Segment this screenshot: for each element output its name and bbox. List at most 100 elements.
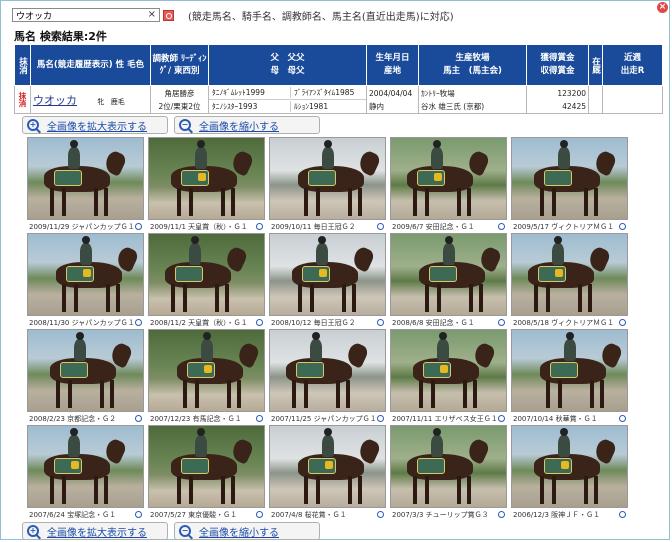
photo-caption: 2008/2/23 京都記念・Ｇ２ (29, 414, 117, 423)
horse-photo[interactable] (269, 329, 386, 412)
zoom-in-icon: + (27, 119, 39, 131)
zoom-icon[interactable] (377, 223, 384, 230)
photo-tile[interactable]: 2007/6/24 宝塚記念・Ｇ１ (27, 425, 144, 521)
photo-tile[interactable]: 2008/6/8 安田記念・Ｇ１ (390, 233, 507, 329)
horse-name-link[interactable]: ウオッカ (33, 94, 77, 107)
zoom-icon[interactable] (377, 511, 384, 518)
search-icon[interactable] (163, 9, 174, 21)
horse-photo[interactable] (269, 233, 386, 316)
photo-caption: 2008/5/18 ヴィクトリアＭＧ１ (513, 318, 615, 327)
photo-tile[interactable]: 2007/5/27 東京優駿・Ｇ１ (148, 425, 265, 521)
zoom-icon[interactable] (256, 415, 263, 422)
zoom-icon[interactable] (256, 511, 263, 518)
zoom-out-icon: − (179, 119, 191, 131)
photo-tile[interactable]: 2009/5/17 ヴィクトリアＭＧ１ (511, 137, 628, 233)
table-header-row: 抹消 馬名(競走履歴表示) 性 毛色 調教師 ﾘｰﾃﾞｨﾝｸﾞ/ 東西別 父 父… (14, 44, 663, 86)
zoom-icon[interactable] (498, 511, 505, 518)
col-recent: 近週 出走R (602, 44, 663, 86)
zoom-bar-bottom: + 全画像を拡大表示する − 全画像を縮小する (22, 522, 320, 540)
horse-photo[interactable] (148, 329, 265, 412)
shrink-all-button[interactable]: − 全画像を縮小する (174, 116, 320, 134)
zoom-icon[interactable] (377, 415, 384, 422)
horse-photo[interactable] (390, 329, 507, 412)
photo-caption-row: 2007/4/8 桜花賞・Ｇ１ (269, 508, 386, 521)
photo-caption-row: 2008/11/2 天皇賞（秋）・Ｇ１ (148, 316, 265, 329)
horse-photo[interactable] (511, 137, 628, 220)
zoom-icon[interactable] (256, 223, 263, 230)
photo-tile[interactable]: 2007/11/11 エリザベス女王Ｇ１ (390, 329, 507, 425)
zoom-icon[interactable] (135, 223, 142, 230)
photo-tile[interactable]: 2008/2/23 京都記念・Ｇ２ (27, 329, 144, 425)
col-prize: 獲得賞金 収得賞金 (526, 44, 589, 86)
horse-photo[interactable] (148, 233, 265, 316)
search-row: × (競走馬名、騎手名、調教師名、馬主名(直近出走馬)に対応) (12, 6, 454, 24)
photo-caption-row: 2008/6/8 安田記念・Ｇ１ (390, 316, 507, 329)
photo-tile[interactable]: 2009/11/29 ジャパンカップＧ１ (27, 137, 144, 233)
photo-tile[interactable]: 2007/3/3 チューリップ賞Ｇ３ (390, 425, 507, 521)
horse-photo[interactable] (511, 233, 628, 316)
shrink-all-button-bottom[interactable]: − 全画像を縮小する (174, 522, 320, 540)
zoom-icon[interactable] (619, 511, 626, 518)
zoom-icon[interactable] (498, 223, 505, 230)
farm-cell: ｶﾝﾄﾘｰ牧場 谷水 雄三氏 (京都) (418, 85, 527, 114)
horse-photo[interactable] (148, 137, 265, 220)
photo-caption: 2008/11/30 ジャパンカップＧ１ (29, 318, 135, 327)
zoom-icon[interactable] (135, 511, 142, 518)
zoom-icon[interactable] (619, 415, 626, 422)
photo-tile[interactable]: 2007/10/14 秋華賞・Ｇ１ (511, 329, 628, 425)
photo-tile[interactable]: 2009/11/1 天皇賞（秋）・Ｇ１ (148, 137, 265, 233)
photo-caption-row: 2009/11/1 天皇賞（秋）・Ｇ１ (148, 220, 265, 233)
photo-caption: 2006/12/3 阪神ＪＦ・Ｇ１ (513, 510, 601, 519)
search-field[interactable]: × (12, 8, 160, 22)
photo-caption-row: 2007/11/25 ジャパンカップＧ１ (269, 412, 386, 425)
zoom-icon[interactable] (498, 415, 505, 422)
horse-photo[interactable] (148, 425, 265, 508)
photo-caption-row: 2007/5/27 東京優駿・Ｇ１ (148, 508, 265, 521)
zoom-icon[interactable] (256, 319, 263, 326)
clear-icon[interactable]: × (148, 10, 156, 20)
zoom-icon[interactable] (619, 319, 626, 326)
zoom-icon[interactable] (135, 319, 142, 326)
col-name: 馬名(競走履歴表示) 性 毛色 (30, 44, 151, 86)
zoom-icon[interactable] (135, 415, 142, 422)
horse-photo[interactable] (390, 233, 507, 316)
horse-photo[interactable] (269, 425, 386, 508)
photo-caption: 2007/10/14 秋華賞・Ｇ１ (513, 414, 598, 423)
photo-caption-row: 2009/6/7 安田記念・Ｇ１ (390, 220, 507, 233)
photo-tile[interactable]: 2008/5/18 ヴィクトリアＭＧ１ (511, 233, 628, 329)
zoom-icon[interactable] (377, 319, 384, 326)
photo-tile[interactable]: 2006/12/3 阪神ＪＦ・Ｇ１ (511, 425, 628, 521)
col-stable: 在厩 (588, 44, 603, 86)
photo-tile[interactable]: 2009/10/11 毎日王冠Ｇ２ (269, 137, 386, 233)
expand-all-button-bottom[interactable]: + 全画像を拡大表示する (22, 522, 168, 540)
search-input[interactable] (16, 10, 136, 20)
horse-photo[interactable] (27, 137, 144, 220)
expand-all-button[interactable]: + 全画像を拡大表示する (22, 116, 168, 134)
col-delete: 抹消 (14, 44, 31, 86)
photo-tile[interactable]: 2007/4/8 桜花賞・Ｇ１ (269, 425, 386, 521)
zoom-icon[interactable] (619, 223, 626, 230)
horse-photo[interactable] (27, 329, 144, 412)
pedigree-cell: ﾀﾆﾉｷﾞﾑﾚｯﾄ1999 ﾌﾞﾗｲｱﾝｽﾞﾀｲﾑ1985 ﾀﾆﾉｼｽﾀｰ199… (208, 85, 367, 114)
horse-photo[interactable] (27, 425, 144, 508)
horse-photo[interactable] (390, 425, 507, 508)
horse-photo[interactable] (27, 233, 144, 316)
zoom-icon[interactable] (498, 319, 505, 326)
horse-photo[interactable] (269, 137, 386, 220)
photo-caption: 2009/11/29 ジャパンカップＧ１ (29, 222, 135, 231)
photo-tile[interactable]: 2007/11/25 ジャパンカップＧ１ (269, 329, 386, 425)
photo-tile[interactable]: 2008/11/2 天皇賞（秋）・Ｇ１ (148, 233, 265, 329)
photo-tile[interactable]: 2008/10/12 毎日王冠Ｇ２ (269, 233, 386, 329)
photo-tile[interactable]: 2007/12/23 有馬記念・Ｇ１ (148, 329, 265, 425)
photo-caption-row: 2007/12/23 有馬記念・Ｇ１ (148, 412, 265, 425)
photo-tile[interactable]: 2009/6/7 安田記念・Ｇ１ (390, 137, 507, 233)
zoom-out-icon: − (179, 525, 191, 537)
search-hint: (競走馬名、騎手名、調教師名、馬主名(直近出走馬)に対応) (188, 11, 454, 23)
horse-photo[interactable] (390, 137, 507, 220)
horse-photo[interactable] (511, 425, 628, 508)
horse-photo[interactable] (511, 329, 628, 412)
photo-tile[interactable]: 2008/11/30 ジャパンカップＧ１ (27, 233, 144, 329)
sire-sire: ﾌﾞﾗｲｱﾝｽﾞﾀｲﾑ1985 (294, 88, 355, 97)
close-icon[interactable]: × (657, 2, 668, 13)
photo-caption-row: 2009/5/17 ヴィクトリアＭＧ１ (511, 220, 628, 233)
